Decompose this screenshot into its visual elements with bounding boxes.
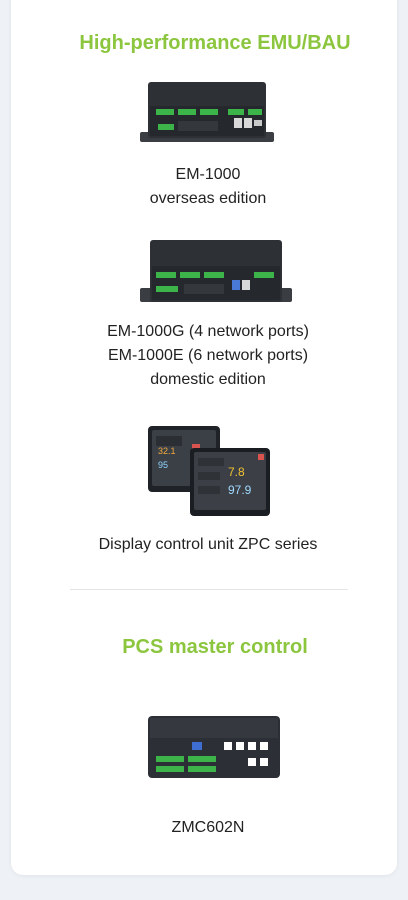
em1000-caption: EM-1000 overseas edition (4, 163, 408, 211)
em1000e-model: EM-1000E (6 network ports) (107, 347, 309, 364)
em1000g-device-image (140, 240, 292, 302)
zpc-large-value-b: 97.9 (228, 483, 252, 497)
pcs-section-title: PCS master control (122, 636, 308, 658)
zmc602n-device-image (148, 716, 280, 778)
zpc-caption: Display control unit ZPC series (4, 533, 408, 557)
zpc-small-value-b: 95 (158, 460, 168, 470)
zpc-large-value-a: 7.8 (228, 465, 245, 479)
section-divider (70, 589, 348, 590)
em1000g-caption: EM-1000G (4 network ports) EM-1000E (6 n… (4, 320, 408, 392)
zpc-small-value-a: 32.1 (158, 446, 176, 456)
em1000-device-image (140, 82, 274, 142)
zmc602n-caption: ZMC602N (4, 816, 408, 840)
em1000g-edition: domestic edition (150, 371, 266, 388)
zpc-label: Display control unit ZPC series (98, 536, 318, 553)
em1000-model: EM-1000 (175, 166, 241, 183)
zmc602n-label: ZMC602N (171, 819, 245, 836)
emu-section-title: High-performance EMU/BAU (79, 32, 351, 54)
em1000-edition: overseas edition (149, 190, 267, 207)
em1000g-model: EM-1000G (4 network ports) (107, 323, 309, 340)
zpc-device-image: 32.1 95 7.8 97.9 (148, 426, 270, 516)
